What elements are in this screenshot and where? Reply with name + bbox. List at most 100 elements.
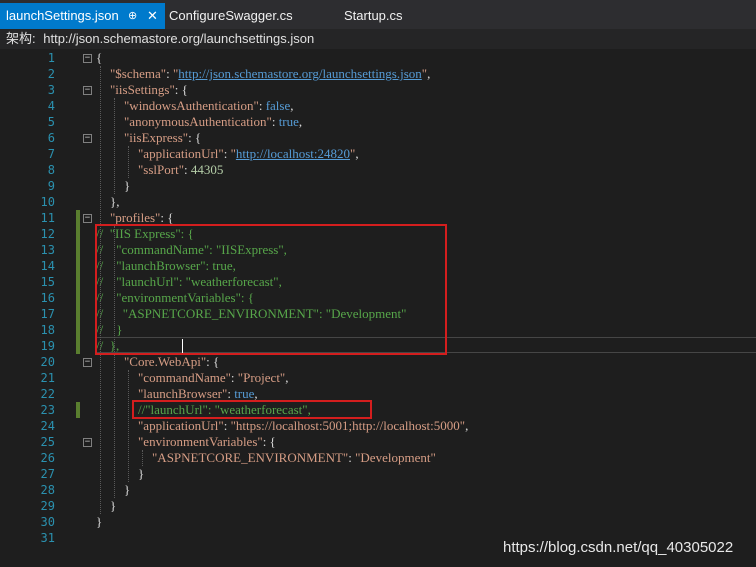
schema-label: 架构: <box>6 31 36 46</box>
code-token: , <box>285 370 289 385</box>
line-number: 3 <box>47 83 55 97</box>
schema-bar: 架构: http://json.schemastore.org/launchse… <box>0 29 756 49</box>
line-number: 17 <box>40 307 55 321</box>
line-number: 6 <box>47 131 55 145</box>
change-indicator <box>76 242 80 258</box>
code-text: }, <box>110 194 120 210</box>
code-token: 44305 <box>190 162 224 177</box>
code-text: } <box>138 466 144 482</box>
code-token: "applicationUrl" <box>138 146 224 161</box>
pin-icon[interactable]: ⊕ <box>128 3 137 29</box>
code-token: , <box>298 114 303 129</box>
line-number: 29 <box>40 499 55 513</box>
line-number: 21 <box>40 371 55 385</box>
code-token: , <box>254 386 258 401</box>
line-number: 14 <box>40 259 55 273</box>
code-editor[interactable]: 1{2 "$schema": "http://json.schemastore.o… <box>0 49 756 567</box>
code-token: : { <box>188 130 202 145</box>
code-token: : <box>166 66 173 81</box>
line-number: 13 <box>40 243 55 257</box>
code-token: : <box>271 114 279 129</box>
collapse-toggle-icon[interactable]: − <box>83 134 92 143</box>
code-token: "$schema" <box>110 66 167 81</box>
code-token: : <box>223 146 231 161</box>
tab-label: ConfigureSwagger.cs <box>169 8 293 23</box>
line-number: 9 <box>47 179 55 193</box>
indent-guide <box>128 370 129 482</box>
indent-guide <box>142 450 143 466</box>
tab-configureswagger-cs[interactable]: ConfigureSwagger.cs <box>163 3 333 29</box>
line-number: 16 <box>40 291 55 305</box>
code-text: { <box>96 50 102 66</box>
line-number: 5 <box>47 115 55 129</box>
code-token: , <box>290 98 294 113</box>
line-number: 19 <box>40 339 55 353</box>
code-text: "applicationUrl": "http://localhost:2482… <box>138 146 359 162</box>
schema-url[interactable]: http://json.schemastore.org/launchsettin… <box>43 31 314 46</box>
code-token: "https://localhost:5001;http://localhost… <box>230 418 466 433</box>
collapse-toggle-icon[interactable]: − <box>83 54 92 63</box>
code-text: } <box>110 498 116 514</box>
indent-guide <box>128 146 129 178</box>
change-indicator <box>76 210 80 226</box>
code-line[interactable]: 29} <box>0 498 756 514</box>
code-token: } <box>110 498 117 513</box>
change-indicator <box>76 402 80 418</box>
close-icon[interactable]: ✕ <box>147 3 158 29</box>
code-token: "environmentVariables" <box>138 434 263 449</box>
tab-label: Startup.cs <box>344 8 403 23</box>
code-token: "commandName" <box>138 370 231 385</box>
code-token: : <box>223 418 231 433</box>
line-number: 23 <box>40 403 55 417</box>
code-token: , <box>355 146 359 161</box>
code-token: "anonymousAuthentication" <box>124 114 272 129</box>
line-number: 7 <box>47 147 55 161</box>
line-number: 26 <box>40 451 55 465</box>
code-token: http://json.schemastore.org/launchsettin… <box>178 66 422 81</box>
code-token: }, <box>110 194 120 209</box>
code-token: { <box>96 50 103 65</box>
change-indicator <box>76 306 80 322</box>
line-number: 4 <box>47 99 55 113</box>
watermark-text: https://blog.csdn.net/qq_40305022 <box>503 539 734 556</box>
code-token: , <box>465 418 469 433</box>
collapse-toggle-icon[interactable]: − <box>83 214 92 223</box>
code-line[interactable]: 30} <box>0 514 756 530</box>
code-line[interactable]: 3 "iisSettings": { <box>0 82 756 98</box>
code-text: "environmentVariables": { <box>138 434 276 450</box>
code-token: } <box>124 482 131 497</box>
highlight-box-iis-express <box>95 224 447 355</box>
code-text: "windowsAuthentication": false, <box>124 98 294 114</box>
code-line[interactable]: 1{ <box>0 50 756 66</box>
code-token: : <box>184 162 191 177</box>
tab-label: launchSettings.json <box>6 8 119 23</box>
change-indicator <box>76 290 80 306</box>
code-line[interactable]: 2 "$schema": "http://json.schemastore.org… <box>0 66 756 82</box>
line-number: 8 <box>47 163 55 177</box>
code-text: } <box>96 514 102 530</box>
code-token: "windowsAuthentication" <box>124 98 259 113</box>
line-number: 24 <box>40 419 55 433</box>
code-token: : <box>258 98 266 113</box>
change-indicator <box>76 322 80 338</box>
line-number: 20 <box>40 355 55 369</box>
code-token: true <box>278 114 299 129</box>
tab-launchsettings-json[interactable]: launchSettings.json ⊕ ✕ <box>0 3 165 29</box>
line-number: 18 <box>40 323 55 337</box>
collapse-toggle-icon[interactable]: − <box>83 86 92 95</box>
line-number: 22 <box>40 387 55 401</box>
line-number: 1 <box>47 51 55 65</box>
line-number: 31 <box>40 531 55 545</box>
collapse-toggle-icon[interactable]: − <box>83 358 92 367</box>
code-token: "ASPNETCORE_ENVIRONMENT" <box>152 450 349 465</box>
line-number: 25 <box>40 435 55 449</box>
collapse-toggle-icon[interactable]: − <box>83 438 92 447</box>
code-text: "ASPNETCORE_ENVIRONMENT": "Development" <box>152 450 436 466</box>
change-indicator <box>76 338 80 354</box>
code-token: "Core.WebApi" <box>124 354 207 369</box>
code-line[interactable]: 10}, <box>0 194 756 210</box>
line-number: 30 <box>40 515 55 529</box>
tab-startup-cs[interactable]: Startup.cs <box>338 3 438 29</box>
line-number: 27 <box>40 467 55 481</box>
code-token: "iisSettings" <box>110 82 175 97</box>
